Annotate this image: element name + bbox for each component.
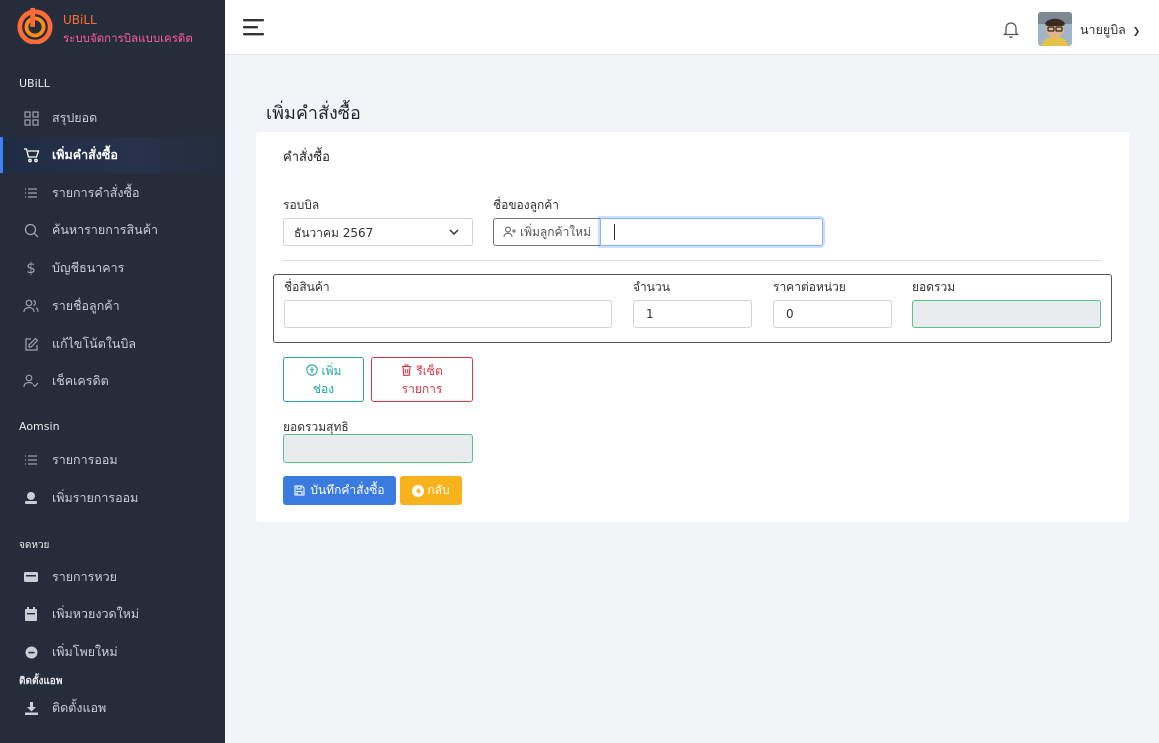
sidebar-item-customers[interactable]: รายชื่อลูกค้า <box>0 288 225 324</box>
sidebar-item-search-products[interactable]: ค้นหารายการสินค้า <box>0 212 225 248</box>
download-icon <box>22 699 40 717</box>
customer-name-input[interactable] <box>600 218 823 246</box>
text-caret <box>614 224 615 240</box>
cart-icon <box>22 146 40 164</box>
sidebar-item-lottery-list[interactable]: รายการหวย <box>0 559 225 595</box>
hamburger-menu-icon[interactable] <box>243 18 265 36</box>
section-title-lottery: จดหวย <box>19 540 50 551</box>
sidebar-item-savings-list[interactable]: รายการออม <box>0 442 225 478</box>
sidebar-item-bank-account[interactable]: $ บัญชีธนาคาร <box>0 250 225 286</box>
sidebar-item-order-list[interactable]: รายการคำสั่งซื้อ <box>0 175 225 211</box>
section-title-install: ติดตั้งแอพ <box>19 676 63 687</box>
add-row-button[interactable]: เพิ่ม ช่อง <box>283 357 364 402</box>
brand[interactable]: UBiLL ระบบจัดการบิลแบบเครดิต <box>16 6 193 47</box>
line-total-field <box>912 300 1101 328</box>
sidebar-item-install-app[interactable]: ติดตั้งแอพ <box>0 690 225 726</box>
minus-circle-icon <box>22 643 40 661</box>
page-title: เพิ่มคำสั่งซื้อ <box>266 103 361 124</box>
product-name-label: ชื่อสินค้า <box>284 280 330 294</box>
grid-icon <box>22 109 40 127</box>
product-name-input[interactable] <box>284 300 612 328</box>
section-title-aomsin: Aomsin <box>19 420 60 433</box>
list-icon <box>22 451 40 469</box>
edit-icon <box>22 335 40 353</box>
sidebar-item-add-slip[interactable]: เพิ่มโพยใหม่ <box>0 634 225 670</box>
line-total-label: ยอดรวม <box>912 280 956 294</box>
unit-price-label: ราคาต่อหน่วย <box>773 280 846 294</box>
trash-icon <box>402 364 412 376</box>
chevron-down-icon <box>449 229 459 236</box>
user-menu[interactable]: นายยูบิล ❯ <box>1080 20 1140 40</box>
list-icon <box>22 184 40 202</box>
user-check-icon <box>22 372 40 390</box>
user-plus-icon <box>503 226 516 238</box>
back-button[interactable]: กลับ <box>400 476 462 505</box>
calendar-icon <box>22 605 40 623</box>
order-item-row: ชื่อสินค้า จำนวน ราคาต่อหน่วย ยอดรวม 1 0 <box>273 274 1112 343</box>
order-form-card: คำสั่งซื้อ รอบบิล ธันวาคม 2567 ชื่อของลู… <box>256 132 1129 522</box>
bell-icon[interactable] <box>1003 20 1019 38</box>
sidebar: UBiLL ระบบจัดการบิลแบบเครดิต UBiLL สรุปย… <box>0 0 225 743</box>
brand-subtitle: ระบบจัดการบิลแบบเครดิต <box>63 31 193 45</box>
brand-name: UBiLL <box>63 13 97 27</box>
sidebar-item-check-credit[interactable]: เช็คเครดิต <box>0 363 225 399</box>
divider <box>283 260 1101 261</box>
net-total-field <box>283 434 473 463</box>
customer-name-label: ชื่อของลูกค้า <box>493 198 560 212</box>
search-icon <box>22 221 40 239</box>
reset-items-button[interactable]: รีเซ็ต รายการ <box>371 357 473 402</box>
bill-round-label: รอบบิล <box>283 198 320 212</box>
users-icon <box>22 297 40 315</box>
section-title-ubill: UBiLL <box>19 77 50 90</box>
sidebar-item-edit-note[interactable]: แก้ไขโน้ตในบิล <box>0 326 225 362</box>
arrow-left-circle-icon <box>412 484 425 497</box>
avatar[interactable] <box>1038 12 1072 46</box>
card-title: คำสั่งซื้อ <box>283 150 330 165</box>
plus-circle-icon <box>305 364 318 376</box>
ubill-logo-icon <box>17 7 53 44</box>
bill-round-select[interactable]: ธันวาคม 2567 <box>283 218 473 246</box>
sidebar-item-add-lottery-round[interactable]: เพิ่มหวยงวดใหม่ <box>0 596 225 632</box>
quantity-label: จำนวน <box>633 280 670 294</box>
save-icon <box>294 485 305 496</box>
quantity-input[interactable]: 1 <box>633 300 752 328</box>
ticket-icon <box>22 568 40 586</box>
topbar: นายยูบิล ❯ <box>225 0 1159 55</box>
save-order-button[interactable]: บันทึกคำสั่งซื้อ <box>283 476 396 505</box>
username-label: นายยูบิล <box>1080 22 1126 37</box>
unit-price-input[interactable]: 0 <box>773 300 892 328</box>
add-customer-button[interactable]: เพิ่มลูกค้าใหม่ <box>493 218 601 246</box>
chevron-down-icon: ❯ <box>1132 27 1141 37</box>
sidebar-item-summary[interactable]: สรุปยอด <box>0 100 225 136</box>
piggy-icon <box>22 489 40 507</box>
dollar-icon: $ <box>26 259 36 277</box>
sidebar-item-add-savings[interactable]: เพิ่มรายการออม <box>0 480 225 516</box>
sidebar-item-add-order[interactable]: เพิ่มคำสั่งซื้อ <box>0 137 225 173</box>
